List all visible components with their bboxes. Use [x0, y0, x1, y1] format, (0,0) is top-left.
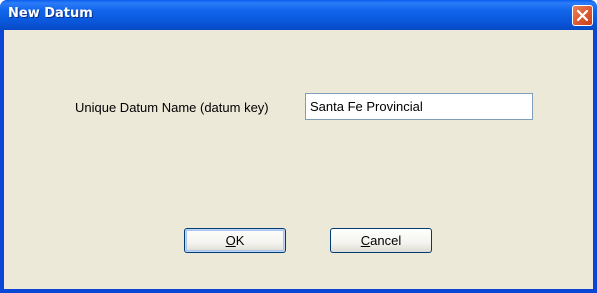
cancel-button-accelerator: C: [360, 233, 371, 248]
ok-button[interactable]: OK: [184, 228, 286, 253]
datum-name-input[interactable]: [305, 93, 533, 120]
close-icon: [577, 10, 588, 21]
dialog-body: Unique Datum Name (datum key) OK Cancel: [4, 30, 593, 289]
title-bar[interactable]: New Datum: [0, 0, 597, 30]
close-button[interactable]: [572, 5, 593, 26]
window-title: New Datum: [8, 6, 93, 21]
cancel-button[interactable]: Cancel: [330, 228, 432, 253]
ok-button-accelerator: O: [225, 233, 236, 248]
datum-name-label: Unique Datum Name (datum key): [75, 100, 269, 115]
cancel-button-label: ancel: [370, 233, 402, 248]
new-datum-dialog: New Datum Unique Datum Name (datum key) …: [0, 0, 597, 293]
ok-button-label: K: [235, 233, 245, 248]
